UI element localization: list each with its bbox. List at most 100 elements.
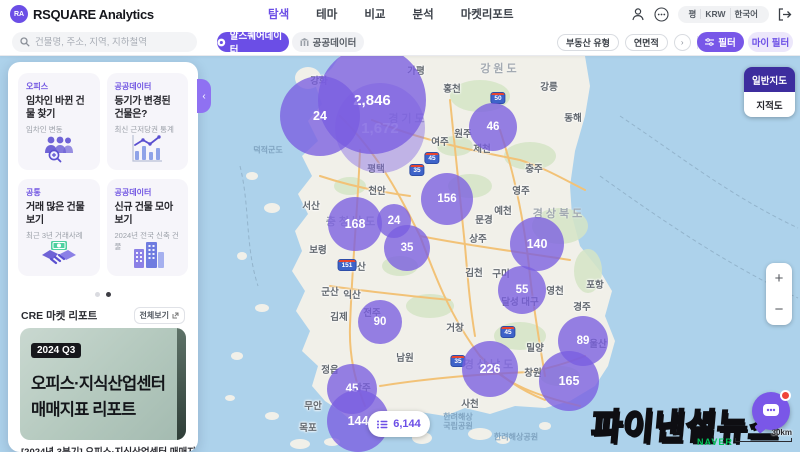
map-label-덕적군도: 덕적군도 (253, 145, 282, 156)
unit-segment-평[interactable]: 평 (685, 8, 701, 20)
more-menu-icon[interactable] (654, 7, 669, 22)
card-tag: 공통 (26, 187, 92, 198)
card-tag: 공공데이터 (115, 187, 181, 198)
map-label-김천: 김천 (465, 265, 482, 279)
map-label-군산: 군산 (321, 284, 338, 298)
view-all-label: 전체보기 (140, 310, 169, 321)
cluster-marker-168[interactable]: 168 (328, 197, 382, 251)
card-pagination-dots[interactable] (8, 292, 198, 297)
card-tag: 공공데이터 (115, 81, 181, 92)
map-label-천안: 천안 (368, 183, 385, 197)
people-search-icon (18, 133, 100, 163)
chat-bubble-icon (762, 403, 780, 419)
nav-item-비교[interactable]: 비교 (364, 6, 385, 22)
cluster-marker-90[interactable]: 90 (358, 300, 402, 344)
map-type-일반지도[interactable]: 일반지도 (744, 67, 795, 92)
feature-card-2[interactable]: 공통거래 많은 건물 보기최근 3년 거래사례 (18, 179, 100, 276)
result-list-button[interactable]: 6,144 (368, 411, 430, 437)
list-icon (377, 420, 388, 429)
pagination-dot-0[interactable] (95, 292, 100, 297)
zoom-in-button[interactable]: + (766, 263, 792, 294)
report-list-item[interactable]: [2024년 3분기] 오피스·지식산업센터 매매지표 리포 (21, 444, 198, 452)
map-label-상주: 상주 (469, 231, 486, 245)
road-shield-35: 35 (409, 164, 424, 176)
map-label-무안: 무안 (304, 398, 321, 412)
search-input[interactable] (35, 37, 185, 48)
road-shield-45: 45 (500, 326, 515, 338)
rsquare-data-label: 알스퀘어데이터 (230, 28, 289, 56)
map-label-남원: 남원 (396, 350, 413, 364)
map-label-서산: 서산 (302, 198, 319, 212)
profile-icon[interactable] (631, 7, 645, 21)
filter-pill-부동산 유형[interactable]: 부동산 유형 (557, 34, 619, 51)
panel-collapse-button[interactable]: ‹ (197, 79, 211, 113)
report-banner-title-2: 매매지표 리포트 (31, 396, 135, 420)
rsquare-logo[interactable]: RA (10, 5, 28, 23)
unit-segment-KRW[interactable]: KRW (700, 9, 729, 19)
map-label-경주: 경주 (573, 299, 590, 313)
map-zoom-control[interactable]: + − (766, 263, 792, 325)
map-label-사천: 사천 (461, 396, 478, 410)
unit-segment-한국어[interactable]: 한국어 (730, 8, 762, 20)
brand-title[interactable]: RSQUARE Analytics (33, 7, 154, 22)
map-label-국립공원: 국립공원 (443, 421, 472, 432)
left-panel: 오피스임차인 바뀐 건물 찾기임차인 변동공공데이터등기가 변경된 건물은?최신… (8, 62, 198, 452)
map-label-보령: 보령 (309, 242, 326, 256)
feature-card-0[interactable]: 오피스임차인 바뀐 건물 찾기임차인 변동 (18, 73, 100, 170)
zoom-out-button[interactable]: − (766, 294, 792, 325)
external-link-icon (172, 312, 179, 319)
rsquare-data-toggle[interactable]: 알스퀘어데이터 (217, 32, 289, 52)
cluster-marker-24[interactable]: 24 (280, 76, 360, 156)
notification-dot (780, 390, 791, 401)
cluster-marker-46[interactable]: 46 (469, 103, 517, 151)
map-label-포항: 포항 (586, 277, 603, 291)
handshake-icon (18, 239, 100, 269)
chevron-left-icon: ‹ (202, 91, 205, 102)
report-banner[interactable]: 2024 Q3 오피스·지식산업센터 매매지표 리포트 (20, 328, 186, 440)
view-all-button[interactable]: 전체보기 (134, 307, 185, 324)
search-filter-toolbar: 알스퀘어데이터 공공데이터 부동산 유형 연면적 › 필터 마이 필터 (0, 28, 800, 56)
result-count: 6,144 (393, 418, 421, 430)
chat-widget-button[interactable] (752, 392, 790, 430)
map-label-예천: 예천 (494, 203, 511, 217)
card-title: 임차인 바뀐 건물 찾기 (26, 95, 92, 121)
card-title: 등기가 변경된 건물은? (115, 95, 181, 121)
quick-filter-pills: 부동산 유형 연면적 › (557, 34, 698, 51)
cluster-marker-156[interactable]: 156 (421, 173, 473, 225)
nav-item-탐색[interactable]: 탐색 (268, 6, 289, 22)
map-label-동해: 동해 (564, 110, 581, 124)
filter-pill-연면적[interactable]: 연면적 (625, 34, 668, 51)
unit-currency-language-pill[interactable]: 평KRW한국어 (678, 6, 769, 23)
map-label-여주: 여주 (431, 134, 448, 148)
rsquare-data-icon (217, 38, 226, 47)
map-label-영천: 영천 (546, 283, 563, 297)
buildings-icon (107, 239, 189, 269)
map-label-영주: 영주 (512, 183, 529, 197)
public-data-toggle[interactable]: 공공데이터 (292, 32, 364, 52)
map-type-toggle[interactable]: 일반지도지적도 (744, 67, 795, 117)
nav-item-마켓리포트[interactable]: 마켓리포트 (461, 6, 514, 22)
cluster-marker-165[interactable]: 165 (539, 351, 599, 411)
logout-icon[interactable] (778, 8, 792, 21)
search-icon (20, 37, 30, 47)
feature-card-3[interactable]: 공공데이터신규 건물 모아보기2024년 전국 신축 건물 (107, 179, 189, 276)
filter-button[interactable]: 필터 (697, 32, 744, 52)
main-nav: 탐색 테마 비교 분석 마켓리포트 (268, 0, 514, 28)
cluster-marker-226[interactable]: 226 (462, 341, 518, 397)
nav-item-테마[interactable]: 테마 (316, 6, 337, 22)
road-shield-151: 151 (338, 259, 357, 271)
naver-attribution: NAVER (697, 437, 733, 447)
more-filters-chevron[interactable]: › (674, 34, 691, 51)
feature-card-1[interactable]: 공공데이터등기가 변경된 건물은?최신 근저당권 통계 (107, 73, 189, 170)
road-shield-45: 45 (424, 152, 439, 164)
cluster-marker-35[interactable]: 35 (384, 225, 430, 271)
search-box[interactable] (12, 32, 197, 52)
cluster-marker-55[interactable]: 55 (498, 266, 546, 314)
pagination-dot-1[interactable] (106, 292, 111, 297)
nav-item-분석[interactable]: 분석 (413, 6, 434, 22)
map-label-익산: 익산 (343, 287, 360, 301)
map-label-목포: 목포 (299, 420, 316, 434)
cluster-marker-140[interactable]: 140 (510, 217, 564, 271)
my-filter-button[interactable]: 마이 필터 (748, 32, 793, 52)
map-type-지적도[interactable]: 지적도 (744, 92, 795, 117)
